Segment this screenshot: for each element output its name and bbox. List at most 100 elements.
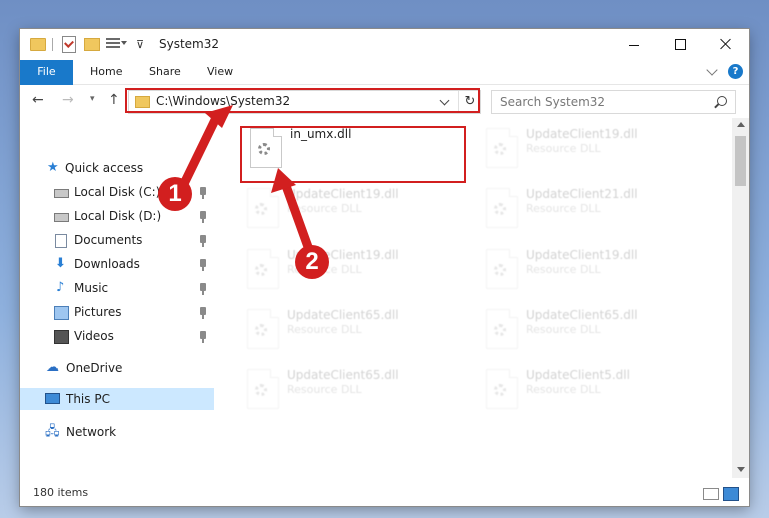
sidebar-item-this-pc[interactable]: This PC <box>20 388 214 410</box>
step-2-badge: 2 <box>295 245 329 279</box>
sidebar-item-downloads[interactable]: ⬇ Downloads <box>20 253 214 275</box>
sidebar-item-documents[interactable]: Documents <box>20 229 214 251</box>
dll-file-icon <box>486 369 518 409</box>
file-name: UpdateClient5.dll <box>526 368 630 382</box>
tab-view[interactable]: View <box>207 60 233 84</box>
file-type: Resource DLL <box>526 142 601 155</box>
sidebar-item-local-disk-d[interactable]: Local Disk (D:) <box>20 205 214 227</box>
tab-share[interactable]: Share <box>149 60 181 84</box>
pictures-icon <box>54 306 69 320</box>
file-item[interactable]: UpdateClient19.dll Resource DLL <box>478 241 703 293</box>
window-title: System32 <box>159 37 220 51</box>
drive-icon <box>54 213 69 222</box>
chevron-down-icon[interactable] <box>121 41 127 45</box>
sidebar-item-network[interactable]: 🖧 Network <box>20 421 214 443</box>
new-folder-icon[interactable] <box>84 38 100 51</box>
file-type: Resource DLL <box>287 323 362 336</box>
pin-icon <box>200 307 206 319</box>
documents-icon <box>55 234 67 248</box>
tab-home[interactable]: Home <box>90 60 122 84</box>
sidebar-item-onedrive[interactable]: ☁ OneDrive <box>20 357 214 379</box>
expand-ribbon-icon[interactable] <box>706 64 718 76</box>
file-name: UpdateClient19.dll <box>526 248 638 262</box>
maximize-button[interactable] <box>657 29 703 60</box>
properties-icon[interactable] <box>62 36 76 53</box>
pin-icon <box>200 331 206 343</box>
recent-locations-button[interactable]: ▾ <box>90 94 95 104</box>
file-item[interactable]: UpdateClient65.dll Resource DLL <box>239 301 464 353</box>
sidebar-item-label: Pictures <box>74 305 122 319</box>
sidebar-item-label: Local Disk (C:) <box>74 185 161 199</box>
file-type: Resource DLL <box>526 263 601 276</box>
music-icon: ♪ <box>56 280 65 295</box>
up-button[interactable]: ↑ <box>108 92 120 108</box>
minimize-button[interactable] <box>611 29 657 60</box>
downloads-icon: ⬇ <box>55 256 66 271</box>
scrollbar-thumb[interactable] <box>735 136 746 186</box>
dll-file-icon <box>247 188 279 228</box>
close-button[interactable] <box>703 29 749 60</box>
sidebar-item-label: OneDrive <box>66 361 123 375</box>
network-icon: 🖧 <box>45 424 60 439</box>
file-item[interactable]: UpdateClient19.dll Resource DLL <box>239 180 464 232</box>
drive-icon <box>54 189 69 198</box>
scroll-down-icon[interactable] <box>737 467 745 472</box>
status-bar: 180 items <box>20 480 749 506</box>
dll-file-icon <box>247 249 279 289</box>
file-name: UpdateClient65.dll <box>287 368 399 382</box>
file-name: UpdateClient19.dll <box>287 187 399 201</box>
file-item[interactable]: UpdateClient19.dll Resource DLL <box>478 120 703 172</box>
vertical-scrollbar[interactable] <box>732 118 749 478</box>
file-name: UpdateClient65.dll <box>287 308 399 322</box>
file-highlight-box <box>240 126 466 183</box>
file-item[interactable]: UpdateClient21.dll Resource DLL <box>478 180 703 232</box>
pin-icon <box>200 235 206 247</box>
search-input[interactable]: Search System32 <box>491 90 736 114</box>
quick-access-toolbar-menu-icon[interactable]: ⊽ <box>136 38 144 51</box>
file-type: Resource DLL <box>287 202 362 215</box>
minimize-icon <box>629 45 639 46</box>
sidebar-item-label: Quick access <box>65 161 144 175</box>
file-type: Resource DLL <box>526 202 601 215</box>
pin-icon <box>200 187 206 199</box>
forward-button[interactable]: → <box>62 92 74 108</box>
file-name: UpdateClient65.dll <box>526 308 638 322</box>
file-explorer-window: ⊽ System32 File Home Share View ? ← → ▾ … <box>20 29 749 506</box>
file-item[interactable]: UpdateClient5.dll Resource DLL <box>478 361 703 413</box>
sidebar-item-quick-access[interactable]: ★ Quick access <box>20 157 214 179</box>
sidebar-item-label: Network <box>66 425 117 439</box>
dll-file-icon <box>247 309 279 349</box>
search-icon[interactable] <box>717 96 727 106</box>
file-item[interactable]: UpdateClient65.dll Resource DLL <box>239 361 464 413</box>
address-highlight-box <box>125 88 480 113</box>
dll-file-icon <box>486 188 518 228</box>
folder-icon <box>30 38 46 51</box>
sidebar-item-label: This PC <box>66 392 110 406</box>
back-button[interactable]: ← <box>32 92 44 108</box>
file-item[interactable]: UpdateClient65.dll Resource DLL <box>478 301 703 353</box>
file-type: Resource DLL <box>526 383 601 396</box>
dll-file-icon <box>486 249 518 289</box>
divider <box>52 38 53 51</box>
sidebar-item-videos[interactable]: Videos <box>20 325 214 347</box>
title-bar: ⊽ System32 <box>20 29 749 60</box>
address-bar-row: ← → ▾ ↑ C:\Windows\System32 ↻ Search Sys… <box>20 85 749 118</box>
file-type: Resource DLL <box>526 323 601 336</box>
sidebar-item-pictures[interactable]: Pictures <box>20 301 214 323</box>
customize-icon[interactable] <box>106 37 120 50</box>
large-icons-view-icon[interactable] <box>723 487 739 501</box>
dll-file-icon <box>486 309 518 349</box>
file-type: Resource DLL <box>287 383 362 396</box>
dll-file-icon <box>486 128 518 168</box>
step-1-badge: 1 <box>158 177 192 211</box>
file-item[interactable]: UpdateClient19.dll Resource DLL <box>239 241 464 293</box>
dll-file-icon <box>247 369 279 409</box>
sidebar-item-label: Documents <box>74 233 143 247</box>
ribbon-tabs: File Home Share View ? <box>20 60 749 112</box>
details-view-icon[interactable] <box>703 488 719 500</box>
maximize-icon <box>675 39 686 50</box>
sidebar-item-music[interactable]: ♪ Music <box>20 277 214 299</box>
scroll-up-icon[interactable] <box>737 122 745 127</box>
pin-icon <box>200 283 206 295</box>
help-icon[interactable]: ? <box>728 64 743 79</box>
